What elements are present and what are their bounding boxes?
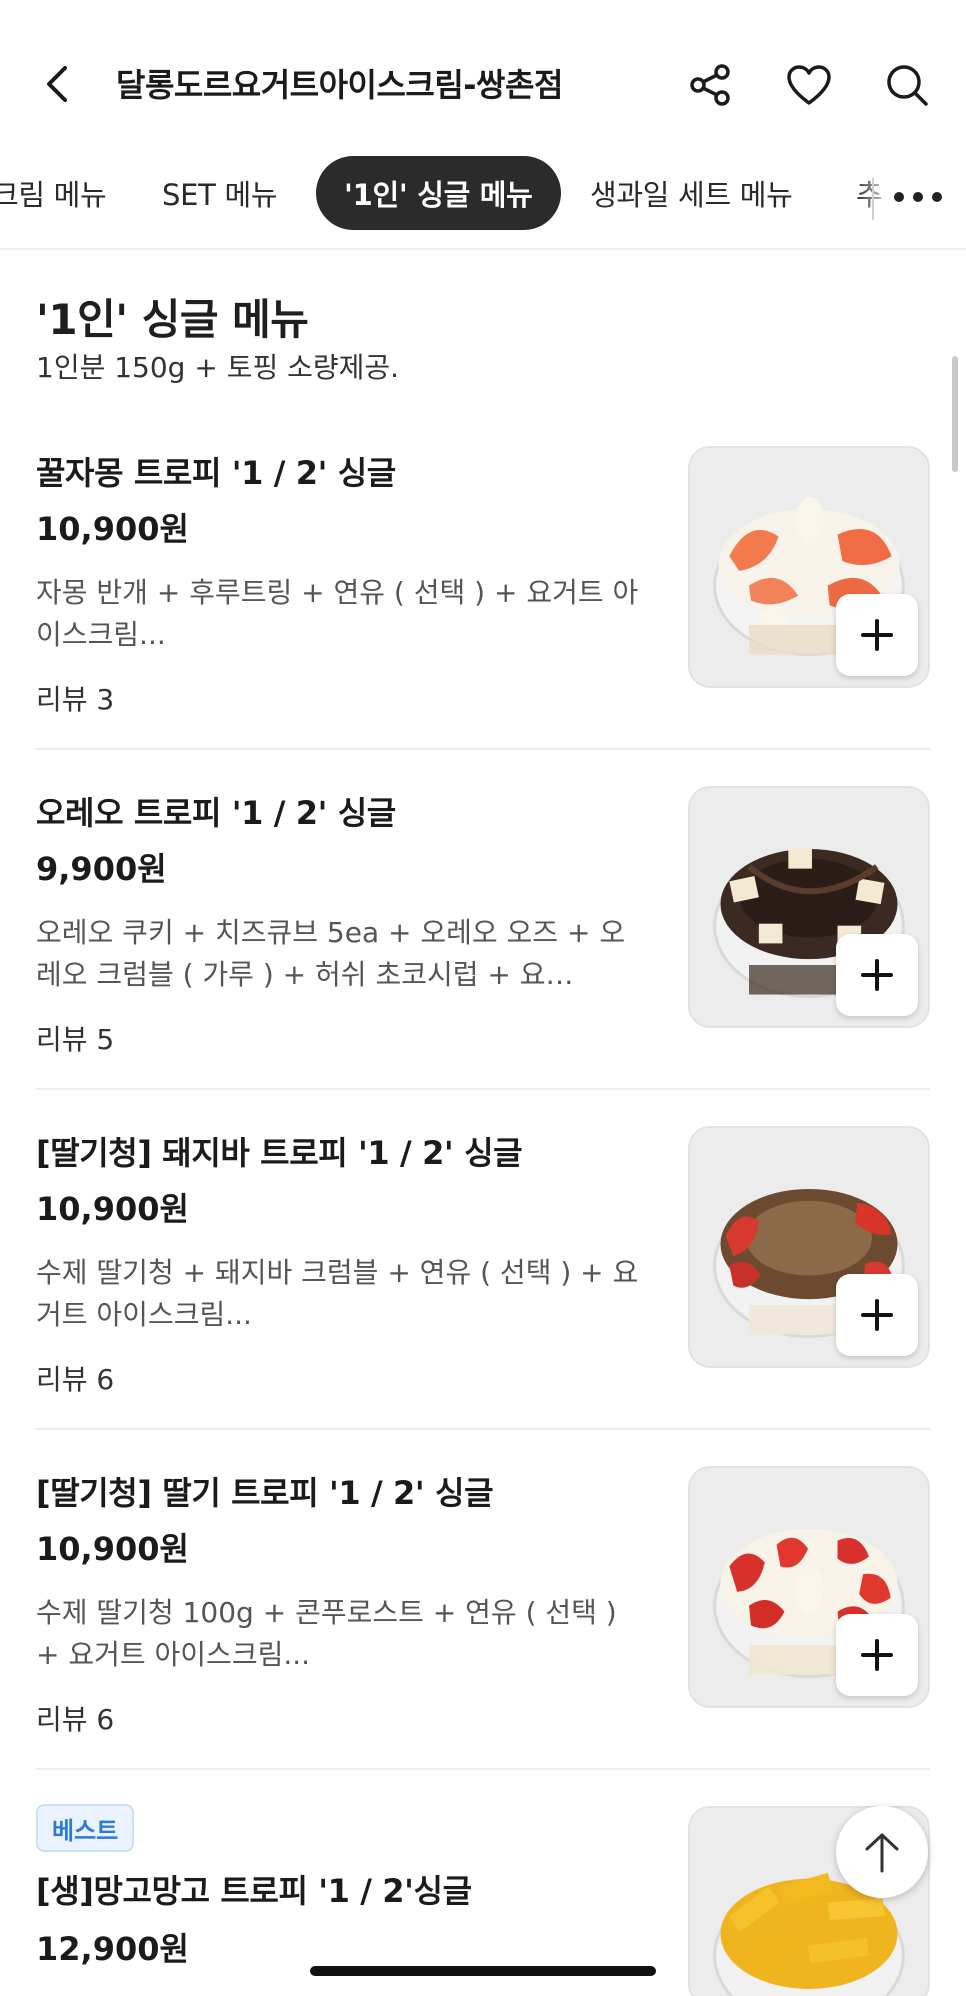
menu-item[interactable]: 베스트 [생]망고망고 트로피 '1 / 2'싱글 12,900원 bbox=[0, 0, 966, 1996]
item-review-count: 리뷰 5 bbox=[36, 1023, 115, 1056]
item-review-count: 리뷰 6 bbox=[36, 1363, 115, 1396]
item-review-count: 리뷰 6 bbox=[36, 1703, 115, 1736]
item-name: [생]망고망고 트로피 '1 / 2'싱글 bbox=[36, 1872, 472, 1910]
item-divider bbox=[36, 1768, 930, 1770]
best-badge: 베스트 bbox=[36, 1804, 135, 1852]
scroll-to-top-button[interactable] bbox=[836, 1806, 928, 1898]
item-divider bbox=[36, 748, 930, 750]
home-indicator bbox=[310, 1966, 656, 1976]
plus-icon bbox=[861, 1299, 893, 1331]
item-name: [딸기청] 딸기 트로피 '1 / 2' 싱글 bbox=[36, 1474, 494, 1512]
item-divider bbox=[36, 1088, 930, 1090]
item-name: [딸기청] 돼지바 트로피 '1 / 2' 싱글 bbox=[36, 1134, 523, 1172]
plus-icon bbox=[861, 959, 893, 991]
item-name: 오레오 트로피 '1 / 2' 싱글 bbox=[36, 794, 396, 832]
scrollbar[interactable] bbox=[952, 356, 958, 472]
add-to-cart-button[interactable] bbox=[836, 1614, 918, 1696]
item-description: 수제 딸기청 + 돼지바 크럼블 + 연유 ( 선택 ) + 요거트 아이스크림… bbox=[36, 1256, 639, 1331]
item-name: 꿀자몽 트로피 '1 / 2' 싱글 bbox=[36, 454, 396, 492]
section-subtitle: 1인분 150g + 토핑 소량제공. bbox=[36, 351, 400, 384]
plus-icon bbox=[861, 1639, 893, 1671]
store-menu-page: 달롱도르요거트아이스크림-쌍촌점 크림 메뉴 SET 메뉴 '1인' 싱글 메뉴… bbox=[0, 0, 966, 1996]
arrow-up-icon bbox=[865, 1833, 899, 1873]
item-price: 10,900원 bbox=[36, 1190, 189, 1228]
item-price: 12,900원 bbox=[36, 1930, 189, 1968]
add-to-cart-button[interactable] bbox=[836, 594, 918, 676]
add-to-cart-button[interactable] bbox=[836, 934, 918, 1016]
item-divider bbox=[36, 1428, 930, 1430]
add-to-cart-button[interactable] bbox=[836, 1274, 918, 1356]
item-review-count: 리뷰 3 bbox=[36, 683, 115, 716]
item-price: 9,900원 bbox=[36, 850, 167, 888]
item-price: 10,900원 bbox=[36, 510, 189, 548]
item-description: 수제 딸기청 100g + 콘푸로스트 + 연유 ( 선택 ) + 요거트 아이… bbox=[36, 1596, 617, 1671]
plus-icon bbox=[861, 619, 893, 651]
item-description: 오레오 쿠키 + 치즈큐브 5ea + 오레오 오즈 + 오레오 크럼블 ( 가… bbox=[36, 916, 626, 991]
item-description: 자몽 반개 + 후루트링 + 연유 ( 선택 ) + 요거트 아이스크림... bbox=[36, 576, 639, 651]
item-price: 10,900원 bbox=[36, 1530, 189, 1568]
